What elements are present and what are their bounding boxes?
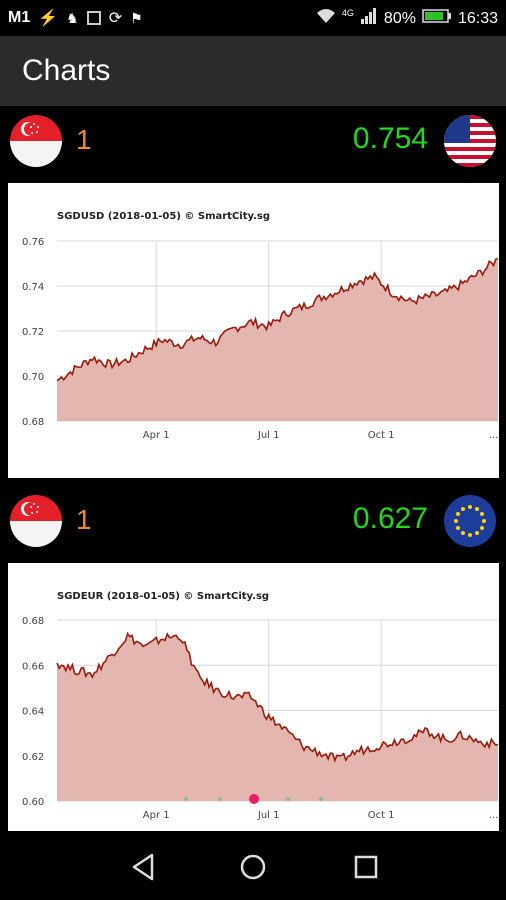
y-tick-label: 0.60	[22, 797, 44, 808]
base-quantity: 1	[76, 124, 92, 155]
y-tick-label: 0.62	[22, 752, 44, 763]
page-dot-active	[249, 794, 259, 804]
battery-level: 80%	[383, 9, 416, 27]
back-button[interactable]	[126, 849, 162, 885]
image-icon	[86, 11, 101, 25]
page-dot	[217, 796, 223, 802]
exchange-rate: 0.627	[352, 502, 428, 535]
singapore-flag-icon	[10, 115, 62, 167]
y-tick-label: 0.68	[22, 417, 44, 428]
currency-pair-row[interactable]: 1 0.627	[0, 486, 506, 558]
chart-area	[57, 633, 498, 801]
y-tick-label: 0.76	[22, 237, 44, 248]
recents-icon	[354, 855, 378, 879]
carrier-label: M1	[8, 9, 31, 26]
x-tick-label: Oct 1	[368, 430, 395, 441]
recents-button[interactable]	[348, 849, 384, 885]
page-dot	[318, 796, 324, 802]
y-tick-label: 0.72	[22, 327, 44, 338]
x-tick-label: Apr 1	[143, 810, 170, 821]
y-tick-label: 0.66	[22, 661, 44, 672]
x-tick-label: Apr 1	[143, 430, 170, 441]
android-icon: ♞	[66, 9, 79, 26]
base-quantity: 1	[76, 504, 92, 535]
exchange-rate: 0.754	[352, 122, 428, 155]
x-tick-label: ...	[489, 810, 499, 821]
sgdeur-chart: SGDEUR (2018-01-05) © SmartCity.sg 0.68 0…	[22, 591, 499, 821]
clock: 16:33	[457, 9, 498, 27]
signal-icon	[360, 8, 378, 29]
chart-area	[57, 259, 498, 421]
status-bar: M1 ⚡ ♞ ⟳ ⚑ 4G 80% 16:33	[0, 0, 506, 36]
sgdeur-chart-card[interactable]: SGDEUR (2018-01-05) © SmartCity.sg 0.68 0…	[8, 563, 499, 831]
sgdusd-chart: SGDUSD (2018-01-05) © SmartCity.sg 0.76 0…	[22, 211, 499, 441]
page-dot	[285, 796, 291, 802]
sync-icon: ⟳	[108, 10, 123, 27]
page-title: Charts	[22, 54, 111, 87]
x-tick-label: Oct 1	[368, 810, 395, 821]
sgdusd-chart-card[interactable]: SGDUSD (2018-01-05) © SmartCity.sg 0.76 0…	[8, 183, 499, 478]
home-button[interactable]	[235, 849, 271, 885]
chart-title: SGDUSD (2018-01-05) © SmartCity.sg	[57, 211, 270, 222]
page-dot	[183, 796, 189, 802]
app-bar: Charts	[0, 36, 506, 106]
x-tick-label: ...	[489, 430, 499, 441]
singapore-flag-icon	[10, 495, 62, 547]
y-tick-label: 0.70	[22, 372, 44, 383]
navigation-bar	[0, 834, 506, 900]
flag-notification-icon: ⚑	[130, 9, 143, 26]
usb-icon: ⚡	[38, 10, 59, 27]
y-tick-label: 0.64	[22, 707, 44, 718]
currency-pair-row[interactable]: 1 0.754	[0, 106, 506, 178]
chart-title: SGDEUR (2018-01-05) © SmartCity.sg	[57, 591, 269, 602]
wifi-icon	[316, 8, 336, 29]
x-tick-label: Jul 1	[257, 430, 280, 441]
usa-flag-icon	[444, 115, 496, 167]
x-tick-label: Jul 1	[257, 810, 280, 821]
network-type-label: 4G	[341, 7, 354, 18]
eu-flag-icon	[444, 495, 496, 547]
battery-icon	[422, 8, 452, 29]
home-icon	[240, 854, 266, 880]
back-icon	[132, 853, 154, 881]
y-tick-label: 0.68	[22, 616, 44, 627]
y-tick-label: 0.74	[22, 282, 44, 293]
